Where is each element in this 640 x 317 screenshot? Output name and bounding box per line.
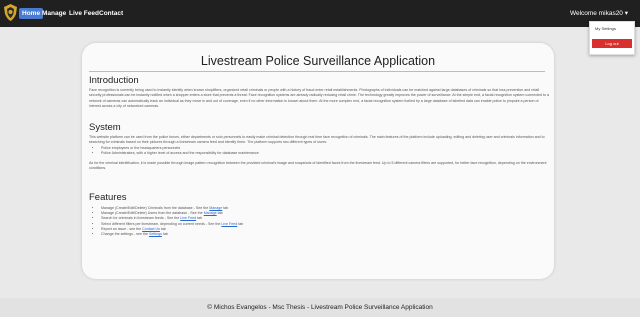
- list-item: Police Administrators, with a higher lev…: [101, 151, 259, 156]
- page-footer: © Michos Evangelos - Msc Thesis - Livest…: [0, 298, 640, 317]
- system-text: This website platform can be used from t…: [89, 135, 545, 145]
- user-types-list: Police employees or the headquarters per…: [95, 146, 259, 156]
- user-menu-toggle[interactable]: Welcome mikas20 ▾: [570, 8, 628, 19]
- system-heading: System: [89, 122, 121, 133]
- logout-button[interactable]: Log out: [592, 39, 632, 48]
- nav-home-link[interactable]: Home: [19, 8, 44, 19]
- manage-link[interactable]: Manage: [204, 211, 217, 215]
- live-feed-link[interactable]: Live Feed: [221, 222, 237, 226]
- live-feed-link[interactable]: Live Feed: [180, 216, 196, 220]
- nav-live-feed-link[interactable]: Live Feed: [69, 8, 99, 19]
- features-list: Manage (Create/Edit/Delete) Criminals fr…: [95, 206, 243, 237]
- my-settings-link[interactable]: My Settings: [595, 26, 616, 31]
- introduction-heading: Introduction: [89, 75, 139, 86]
- nav-contact-link[interactable]: Contact: [99, 8, 123, 19]
- list-item: Change the settings - see the Settings t…: [101, 232, 243, 237]
- user-dropdown-menu: My Settings Log out: [589, 21, 635, 55]
- main-card: Livestream Police Surveillance Applicati…: [82, 43, 554, 279]
- police-badge-icon[interactable]: [4, 4, 17, 21]
- nav-manage-link[interactable]: Manage: [42, 8, 66, 19]
- contact-us-link[interactable]: Contact Us: [142, 227, 160, 231]
- introduction-text: Face recognition is currently being used…: [89, 88, 549, 109]
- title-divider: [89, 71, 545, 72]
- features-heading: Features: [89, 192, 127, 203]
- system-text-2: As for the criminal identification, it i…: [89, 161, 547, 171]
- settings-link[interactable]: Settings: [149, 232, 162, 236]
- page-title: Livestream Police Surveillance Applicati…: [200, 54, 436, 68]
- manage-link[interactable]: Manage: [209, 206, 222, 210]
- navbar: Home Manage Live Feed Contact Welcome mi…: [0, 0, 640, 27]
